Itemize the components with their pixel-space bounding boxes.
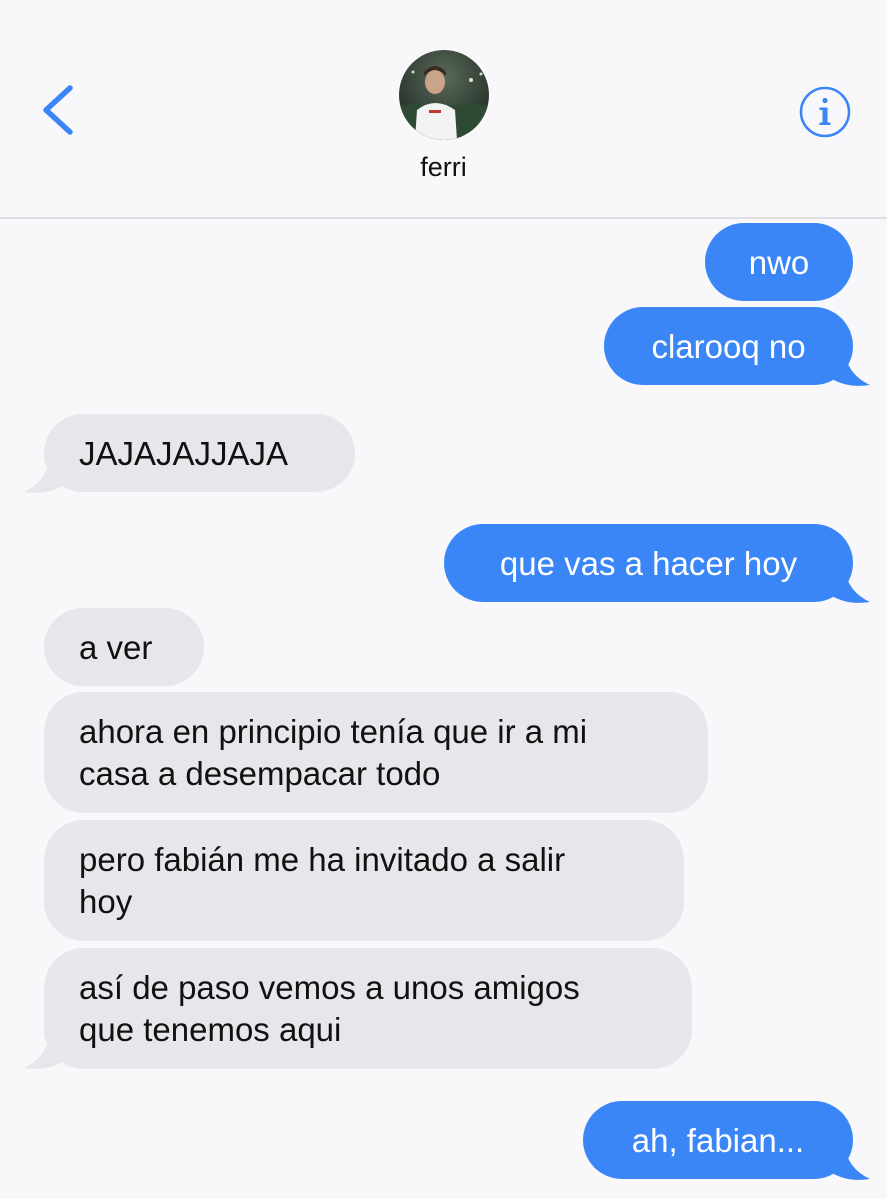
message-text-line: ahora en principio tenía que ir a mi [79, 713, 588, 750]
contact-avatar[interactable] [399, 50, 489, 140]
message-text-line: así de paso vemos a unos amigos [79, 969, 580, 1006]
chevron-left-icon [43, 85, 73, 135]
message-text: ah, fabian... [631, 1122, 805, 1159]
message-bubble-received[interactable]: JAJAJAJJAJA [44, 414, 355, 492]
message-bubble-received[interactable]: ahora en principio tenía que ir a mi cas… [44, 692, 708, 813]
message-text-line: hoy [79, 883, 133, 920]
sent-bubble-tail [826, 351, 870, 386]
contact-name[interactable]: ferri [0, 152, 887, 183]
message-text-line: que tenemos aqui [79, 1011, 342, 1048]
message-text-line: casa a desempacar todo [79, 755, 441, 792]
message-thread[interactable]: nwo clarooq no JAJAJAJJAJA que vas a hac… [0, 219, 887, 1199]
avatar-photo [399, 50, 489, 140]
info-icon [799, 86, 851, 138]
message-text: que vas a hacer hoy [499, 545, 798, 582]
message-bubble-sent[interactable]: que vas a hacer hoy [444, 524, 853, 602]
message-bubble-received[interactable]: pero fabián me ha invitado a salir hoy [44, 820, 684, 941]
message-bubble-sent[interactable]: ah, fabian... [583, 1101, 853, 1179]
message-bubble-received[interactable]: a ver [44, 608, 204, 686]
message-text-line: pero fabián me ha invitado a salir [79, 841, 566, 878]
conversation-header: ferri [0, 0, 887, 219]
received-bubble-tail [24, 458, 68, 493]
message-bubble-received[interactable]: así de paso vemos a unos amigos que tene… [44, 948, 692, 1069]
message-bubble-sent[interactable]: nwo [705, 223, 853, 301]
message-text: a ver [79, 629, 153, 666]
sent-bubble-tail [826, 1145, 870, 1180]
message-text: clarooq no [651, 328, 806, 365]
sent-bubble-tail [826, 568, 870, 603]
received-bubble-tail [24, 1034, 68, 1069]
back-button[interactable] [32, 78, 88, 142]
message-bubble-sent[interactable]: clarooq no [604, 307, 853, 385]
message-text: JAJAJAJJAJA [79, 435, 289, 472]
message-text: nwo [748, 244, 810, 281]
info-button[interactable] [798, 85, 852, 139]
